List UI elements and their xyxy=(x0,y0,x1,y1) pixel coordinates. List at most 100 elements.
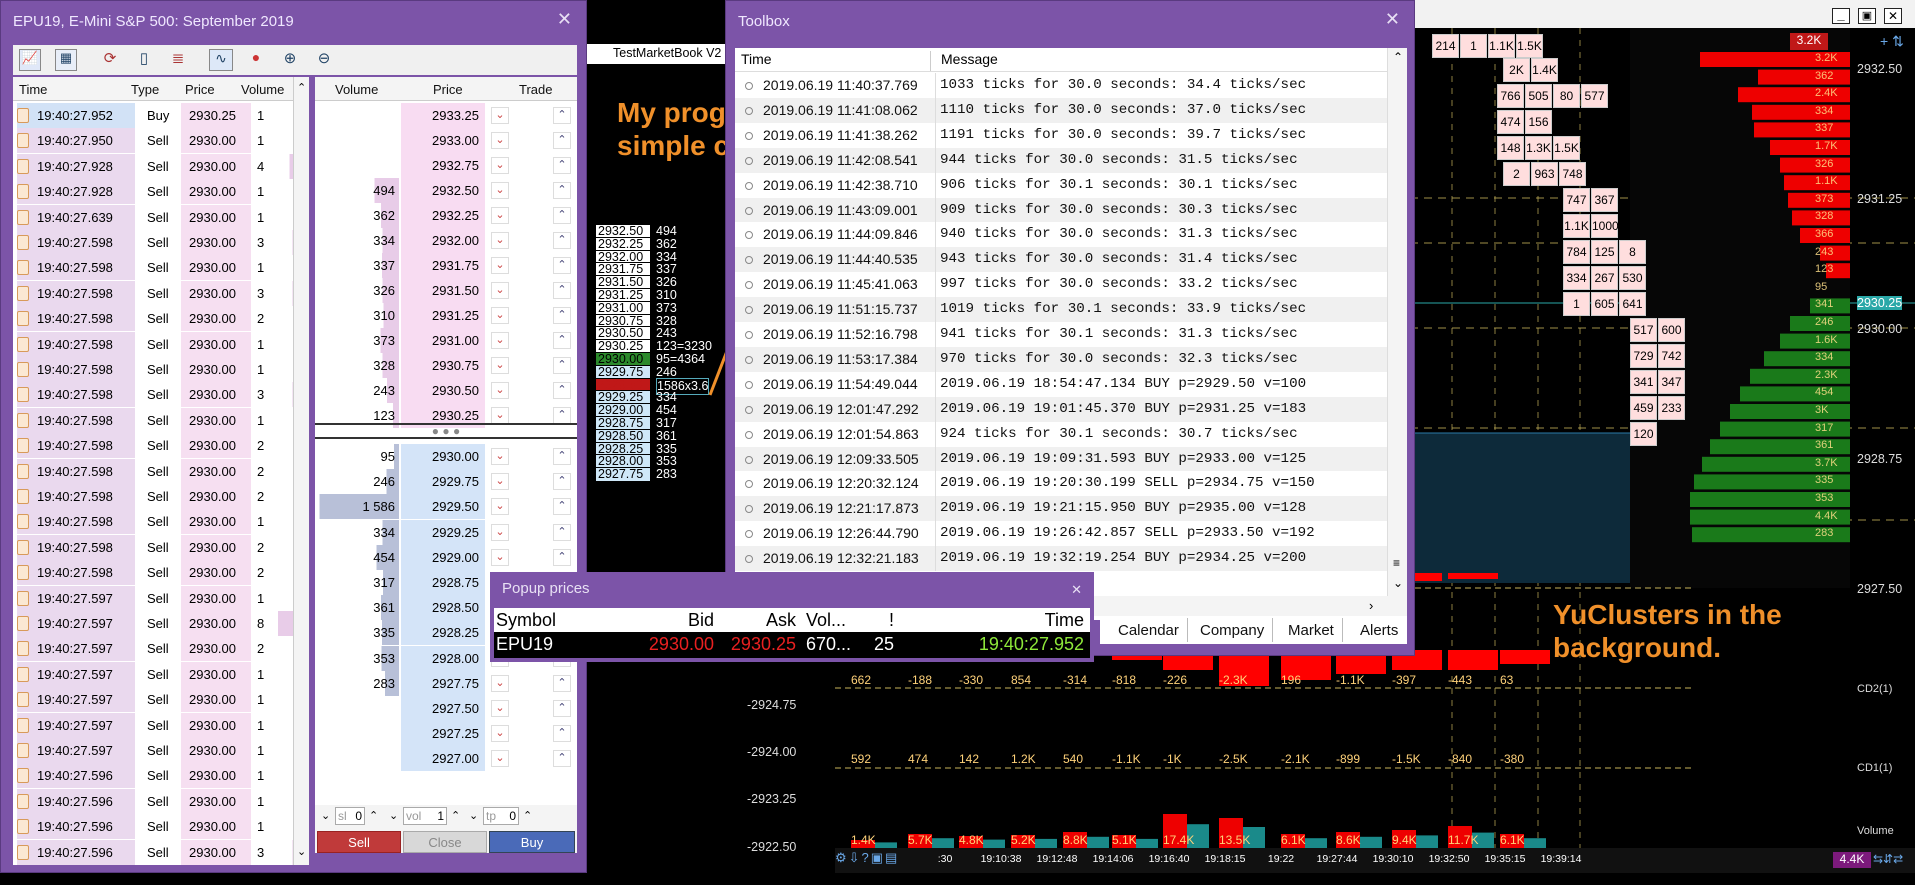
buy-limit-chevron-icon[interactable]: ⌃ xyxy=(553,523,571,541)
journal-row[interactable]: 2019.06.19 11:43:09.001 909 ticks for 30.… xyxy=(735,197,1387,223)
list-icon[interactable]: ≣ xyxy=(167,49,189,71)
sl-field[interactable]: sl 0 xyxy=(335,807,365,825)
popup-data-row[interactable]: EPU19 2930.00 2930.25 670... 25 19:40:27… xyxy=(494,632,1090,656)
tab-calendar[interactable]: Calendar xyxy=(1110,618,1188,642)
dom-row[interactable]: 334 2932.00 ⌄ ⌃ xyxy=(315,228,577,253)
buy-limit-chevron-icon[interactable]: ⌃ xyxy=(553,307,571,324)
buy-limit-chevron-icon[interactable]: ⌃ xyxy=(553,548,571,566)
journal-row[interactable]: 2019.06.19 11:52:16.798 941 ticks for 30.… xyxy=(735,322,1387,347)
ts-row[interactable]: 19:40:27.598 Sell 2930.00 2 xyxy=(13,534,301,560)
journal-row[interactable]: 2019.06.19 11:54:49.044 2019.06.19 18:54:… xyxy=(735,371,1387,397)
buy-limit-chevron-icon[interactable]: ⌃ xyxy=(553,107,571,124)
journal-row[interactable]: 2019.06.19 11:41:08.062 1110 ticks for 30… xyxy=(735,97,1387,123)
journal-row[interactable]: 2019.06.19 11:42:08.541 944 ticks for 30.… xyxy=(735,147,1387,173)
buy-limit-chevron-icon[interactable]: ⌃ xyxy=(553,448,571,465)
journal-row[interactable]: 2019.06.19 12:32:21.183 2019.06.19 19:32:… xyxy=(735,546,1387,572)
popup-col-vol[interactable]: Vol... xyxy=(806,608,846,632)
popup-col-bid[interactable]: Bid xyxy=(634,608,714,632)
ts-row[interactable]: 19:40:27.598 Sell 2930.00 2 xyxy=(13,433,301,459)
ts-row[interactable]: 19:40:27.598 Sell 2930.00 1 xyxy=(13,509,301,535)
sell-limit-chevron-icon[interactable]: ⌄ xyxy=(491,382,509,399)
buy-limit-chevron-icon[interactable]: ⌃ xyxy=(553,750,571,768)
journal-row[interactable]: 2019.06.19 11:53:17.384 970 ticks for 30.… xyxy=(735,346,1387,372)
tp-down-icon[interactable]: ⌄ xyxy=(469,809,478,822)
dom-row[interactable]: 246 2929.75 ⌄ ⌃ xyxy=(315,469,577,495)
close-icon[interactable]: ✕ xyxy=(1884,8,1902,24)
sell-limit-chevron-icon[interactable]: ⌄ xyxy=(491,674,509,692)
buy-limit-chevron-icon[interactable]: ⌃ xyxy=(553,257,571,274)
ts-row[interactable]: 19:40:27.598 Sell 2930.00 2 xyxy=(13,484,301,509)
dom-col-trade[interactable]: Trade xyxy=(519,77,552,101)
toolbox-scroll-right-icon[interactable]: › xyxy=(1369,598,1373,613)
dom-row[interactable]: 243 2930.50 ⌄ ⌃ xyxy=(315,378,577,403)
chart-icon[interactable]: 📈 xyxy=(19,49,41,71)
ts-col-type[interactable]: Type xyxy=(131,77,159,101)
buy-limit-chevron-icon[interactable]: ⌃ xyxy=(553,282,571,299)
indicator-icon[interactable]: ∿ xyxy=(209,49,233,71)
dom-row[interactable]: 2927.50 ⌄ ⌃ xyxy=(315,696,577,721)
zoom-out-icon[interactable]: ⊖ xyxy=(313,49,335,71)
buy-limit-chevron-icon[interactable]: ⌃ xyxy=(553,407,571,424)
dom-row[interactable]: 494 2932.50 ⌄ ⌃ xyxy=(315,178,577,203)
sell-limit-chevron-icon[interactable]: ⌄ xyxy=(491,132,509,149)
dom-row[interactable]: 95 2930.00 ⌄ ⌃ xyxy=(315,444,577,469)
tp-up-icon[interactable]: ⌃ xyxy=(523,809,532,822)
close-button[interactable]: Close xyxy=(403,831,487,853)
ts-row[interactable]: 19:40:27.598 Sell 2930.00 2 xyxy=(13,306,301,332)
tab-company[interactable]: Company xyxy=(1192,618,1274,642)
ts-row[interactable]: 19:40:27.952 Buy 2930.25 1 xyxy=(13,103,301,128)
tab-alerts[interactable]: Alerts xyxy=(1352,618,1406,642)
ts-row[interactable]: 19:40:27.639 Sell 2930.00 1 xyxy=(13,204,301,230)
ts-row[interactable]: 19:40:27.596 Sell 2930.00 3 xyxy=(13,839,301,865)
toolbox-col-message[interactable]: Message xyxy=(941,51,998,67)
journal-row[interactable]: 2019.06.19 12:26:44.790 2019.06.19 19:26:… xyxy=(735,521,1387,547)
objects-icon[interactable]: ● xyxy=(245,49,267,71)
dom-row[interactable]: 1 586 2929.50 ⌄ ⌃ xyxy=(315,494,577,520)
vol-up-icon[interactable]: ⌃ xyxy=(451,809,460,822)
ts-row[interactable]: 19:40:27.597 Sell 2930.00 1 xyxy=(13,687,301,713)
zoom-in-icon[interactable]: ⊕ xyxy=(279,49,301,71)
ts-row[interactable]: 19:40:27.596 Sell 2930.00 1 xyxy=(13,788,301,814)
ts-row[interactable]: 19:40:27.598 Sell 2930.00 3 xyxy=(13,382,301,408)
ts-row[interactable]: 19:40:27.950 Sell 2930.00 1 xyxy=(13,128,301,154)
toolbox-close-icon[interactable]: ✕ xyxy=(1385,9,1400,30)
sell-limit-chevron-icon[interactable]: ⌄ xyxy=(491,232,509,249)
popup-col-ask[interactable]: Ask xyxy=(716,608,796,632)
sell-limit-chevron-icon[interactable]: ⌄ xyxy=(491,357,509,374)
journal-row[interactable]: 2019.06.19 11:40:37.769 1033 ticks for 30… xyxy=(735,73,1387,98)
scroll-down-icon[interactable]: ⌄ xyxy=(297,845,306,858)
ts-row[interactable]: 19:40:27.598 Sell 2930.00 1 xyxy=(13,255,301,281)
dom-row[interactable]: 2933.00 ⌄ ⌃ xyxy=(315,128,577,153)
sell-limit-chevron-icon[interactable]: ⌄ xyxy=(491,473,509,491)
ts-row[interactable]: 19:40:27.928 Sell 2930.00 1 xyxy=(13,179,301,205)
dom-row[interactable]: 2932.75 ⌄ ⌃ xyxy=(315,153,577,178)
ts-row[interactable]: 19:40:27.596 Sell 2930.00 1 xyxy=(13,763,301,789)
buy-limit-chevron-icon[interactable]: ⌃ xyxy=(553,357,571,374)
maximize-icon[interactable]: ▣ xyxy=(1858,8,1876,24)
ts-row[interactable]: 19:40:27.597 Sell 2930.00 1 xyxy=(13,661,301,687)
buy-limit-chevron-icon[interactable]: ⌃ xyxy=(553,498,571,516)
buy-limit-chevron-icon[interactable]: ⌃ xyxy=(553,674,571,692)
sell-limit-chevron-icon[interactable]: ⌄ xyxy=(491,282,509,299)
buy-button[interactable]: Buy xyxy=(489,831,575,853)
column-icon[interactable]: ▯ xyxy=(133,49,155,71)
dom-row[interactable]: 362 2932.25 ⌄ ⌃ xyxy=(315,203,577,228)
journal-row[interactable]: 2019.06.19 11:51:15.737 1019 ticks for 30… xyxy=(735,297,1387,323)
sell-limit-chevron-icon[interactable]: ⌄ xyxy=(491,523,509,541)
popup-close-icon[interactable]: ✕ xyxy=(1071,582,1082,598)
buy-limit-chevron-icon[interactable]: ⌃ xyxy=(553,157,571,174)
sell-limit-chevron-icon[interactable]: ⌄ xyxy=(491,448,509,465)
sell-limit-chevron-icon[interactable]: ⌄ xyxy=(491,182,509,199)
toolbox-col-time[interactable]: Time xyxy=(741,51,931,71)
dom-row[interactable]: 373 2931.00 ⌄ ⌃ xyxy=(315,328,577,353)
ts-row[interactable]: 19:40:27.598 Sell 2930.00 1 xyxy=(13,407,301,433)
sell-limit-chevron-icon[interactable]: ⌄ xyxy=(491,257,509,274)
journal-row[interactable]: 2019.06.19 12:01:47.292 2019.06.19 19:01:… xyxy=(735,396,1387,422)
ts-col-volume[interactable]: Volume xyxy=(241,77,284,101)
refresh-icon[interactable]: ⟳ xyxy=(99,49,121,71)
left-window-close-icon[interactable]: ✕ xyxy=(557,9,572,30)
ts-row[interactable]: 19:40:27.598 Sell 2930.00 2 xyxy=(13,458,301,484)
sell-limit-chevron-icon[interactable]: ⌄ xyxy=(491,207,509,224)
dom-row[interactable]: 310 2931.25 ⌄ ⌃ xyxy=(315,303,577,328)
dom-row[interactable]: 334 2929.25 ⌄ ⌃ xyxy=(315,519,577,545)
